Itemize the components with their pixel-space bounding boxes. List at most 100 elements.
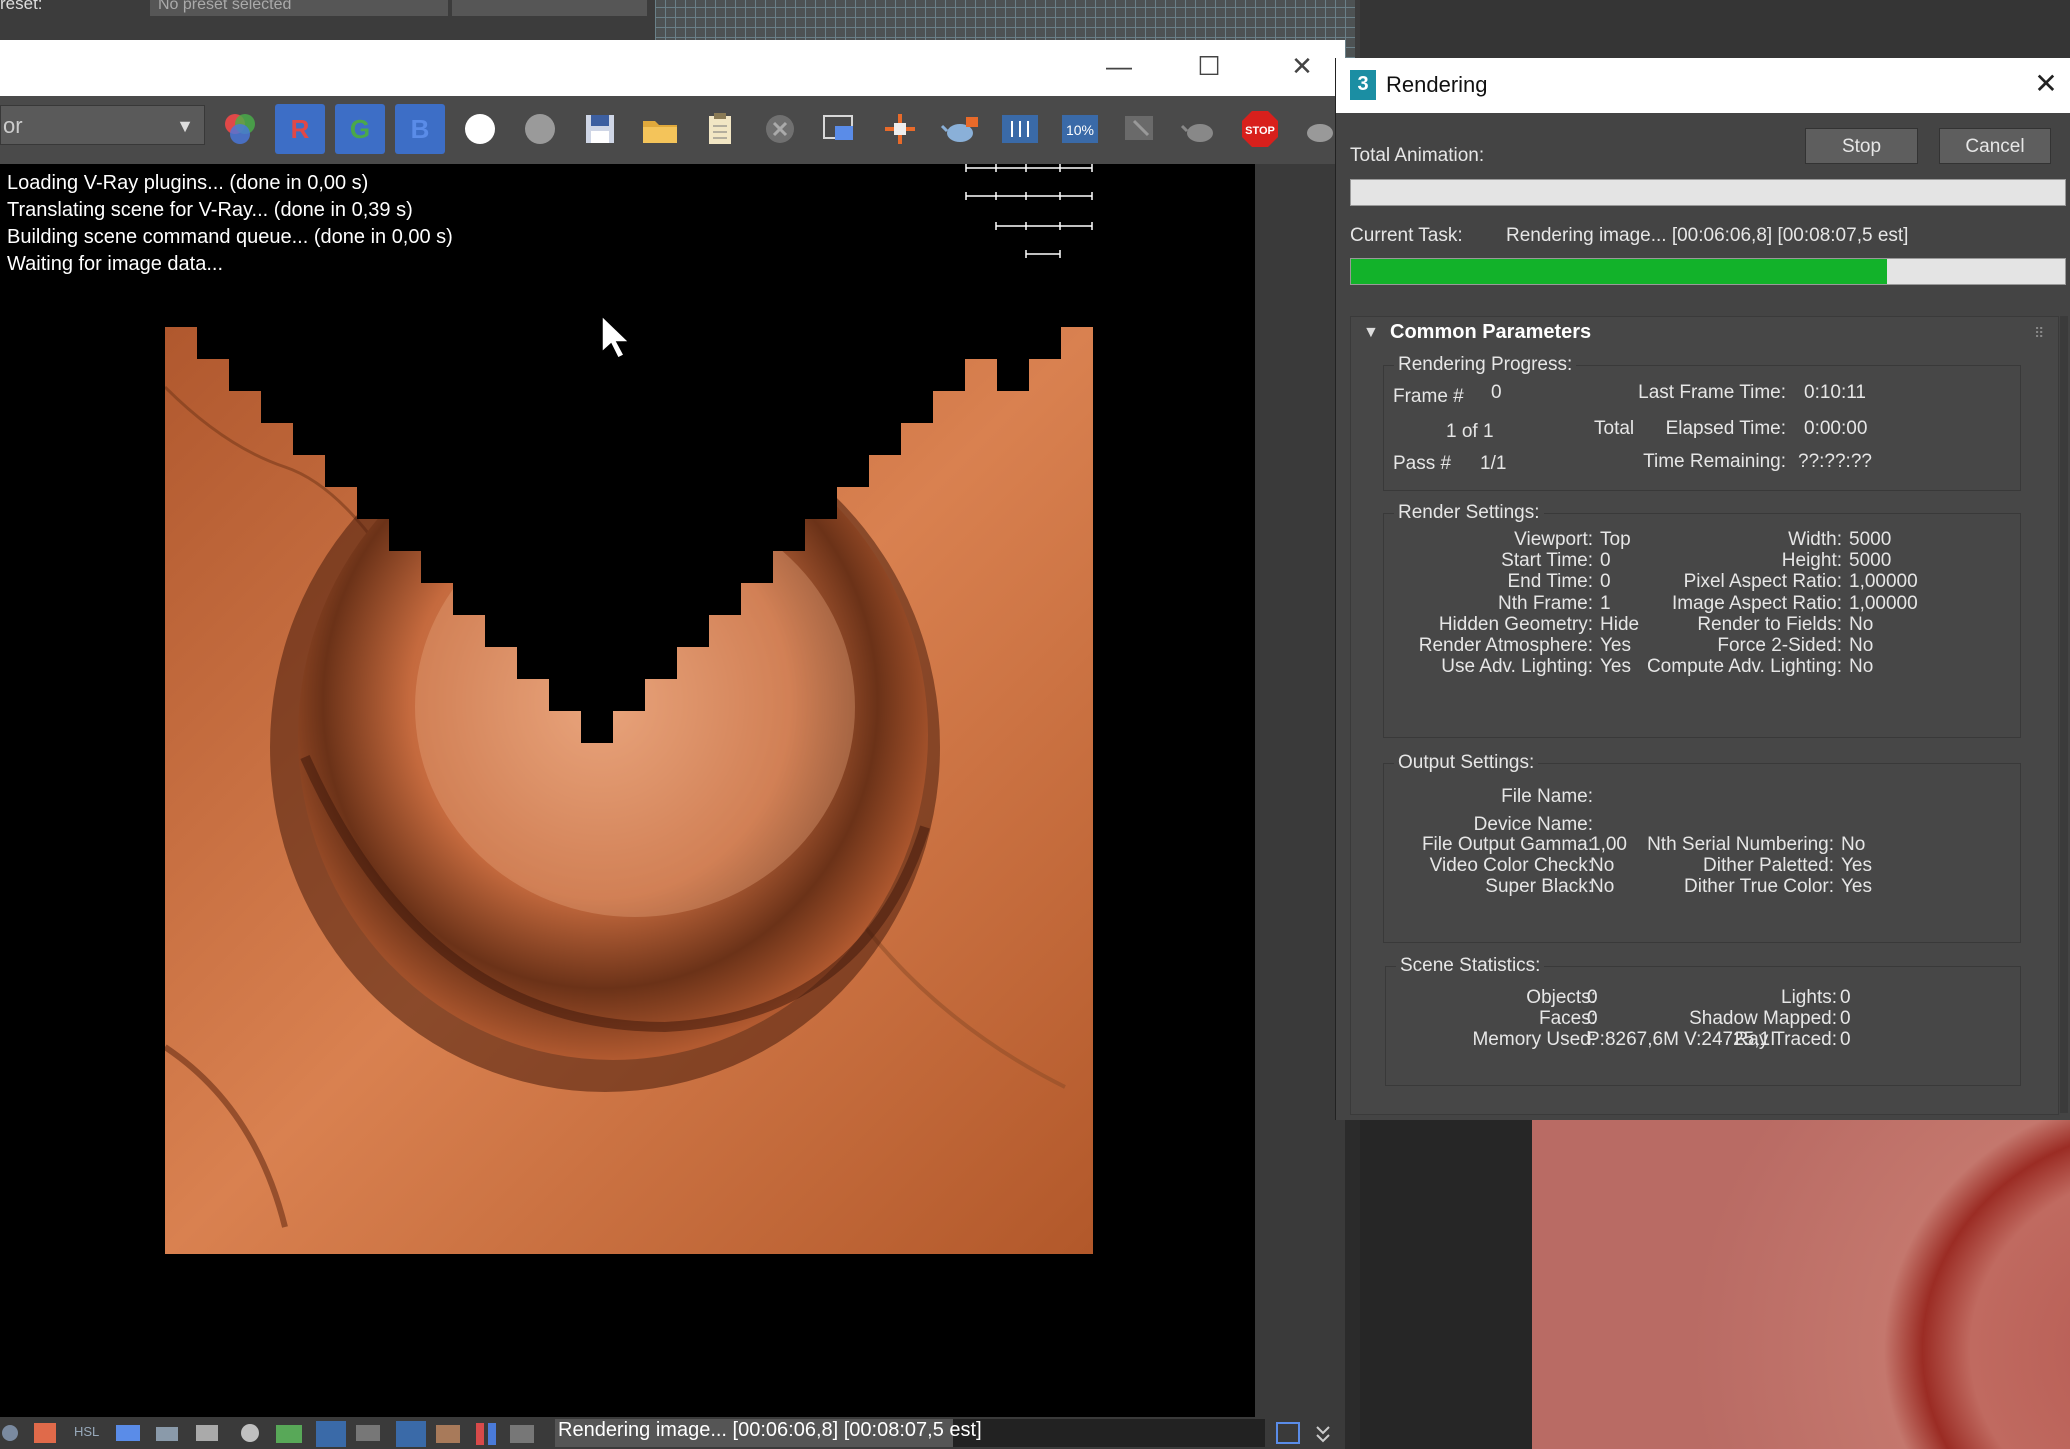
frame-buffer-toolbar: or ▼ R G B 10% STOP — [0, 96, 1345, 164]
current-task-progress — [1350, 258, 2066, 285]
minimize-button[interactable]: — — [1095, 46, 1143, 86]
scene-statistics-group: Scene Statistics: Objects: 0 Faces: 0 Memory… — [1385, 955, 2021, 1086]
cancel-button[interactable]: Cancel — [1939, 128, 2051, 164]
cursor-tool-icon[interactable] — [1115, 104, 1165, 154]
setting-value: Yes — [1841, 876, 1872, 898]
clipboard-icon[interactable] — [695, 104, 745, 154]
pan-icon[interactable] — [875, 104, 925, 154]
white-circle-icon[interactable] — [455, 104, 505, 154]
render-settings-group: Render Settings: Viewport: Top Start Time:… — [1383, 502, 2021, 738]
setting-value: Top — [1600, 529, 1631, 550]
setting-label: Nth Frame: — [1497, 592, 1593, 614]
file-name-label: File Name: — [1501, 786, 1593, 807]
frame-buffer-titlebar: — ☐ ✕ — [0, 40, 1345, 96]
teapot-gray-icon[interactable] — [1175, 104, 1225, 154]
close-icon[interactable]: ✕ — [2026, 64, 2066, 104]
setting-label: Compute Adv. Lighting: — [1646, 656, 1842, 678]
viewport-terrain-preview — [1532, 1120, 2070, 1449]
group-title: Render Settings: — [1394, 502, 1544, 524]
device-name-label: Device Name: — [1473, 814, 1593, 835]
rendering-dialog: 3 Rendering ✕ Total Animation: Stop Canc… — [1335, 58, 2070, 1120]
setting-label: File Output Gamma: — [1421, 834, 1593, 855]
region-render-icon[interactable] — [815, 104, 865, 154]
green-channel-button[interactable]: G — [335, 104, 385, 154]
save-icon[interactable] — [575, 104, 625, 154]
setting-value: Yes — [1600, 635, 1631, 656]
compare-icon[interactable] — [995, 104, 1045, 154]
setting-value: 0 — [1600, 571, 1611, 593]
setting-value: 1 — [1600, 592, 1611, 614]
total-animation-label: Total Animation: — [1350, 145, 1485, 166]
setting-label: Super Black: — [1485, 876, 1593, 898]
setting-value: Hide — [1600, 613, 1640, 635]
zoom-button[interactable]: 10% — [1055, 104, 1105, 154]
open-folder-icon[interactable] — [635, 104, 685, 154]
log-line: Waiting for image data... — [7, 253, 224, 275]
rendering-titlebar: 3 Rendering ✕ — [1336, 58, 2070, 113]
setting-value: No — [1849, 656, 1874, 678]
setting-label: Objects: — [1526, 987, 1596, 1008]
setting-value: No — [1849, 635, 1874, 656]
red-channel-button[interactable]: R — [275, 104, 325, 154]
collapse-triangle-icon[interactable]: ▼ — [1363, 324, 1379, 342]
pass-label: Pass # — [1393, 453, 1452, 474]
blue-channel-button[interactable]: B — [395, 104, 445, 154]
elapsed-value: 0:00:00 — [1804, 418, 1868, 439]
common-parameters-rollout: ▼ Common Parameters ⠿ Rendering Progress… — [1350, 316, 2059, 1115]
clear-icon[interactable] — [755, 104, 805, 154]
setting-label: Memory Used: — [1472, 1029, 1596, 1051]
frame-value: 0 — [1491, 382, 1502, 403]
log-line: Building scene command queue... (done in… — [7, 226, 453, 248]
elapsed-label: Elapsed Time: — [1665, 418, 1786, 439]
setting-value: 0 — [1587, 987, 1598, 1008]
rollout-scrollbar[interactable] — [2060, 316, 2068, 1113]
color-channels-icon[interactable] — [215, 104, 265, 154]
setting-value: 0 — [1840, 1008, 1851, 1030]
total-label: Total — [1594, 418, 1635, 439]
setting-value: 5000 — [1849, 550, 1892, 572]
setting-value: No — [1849, 613, 1874, 635]
svg-text:HSL: HSL — [74, 1424, 99, 1439]
setting-label: Nth Serial Numbering: — [1647, 834, 1834, 855]
rollout-title[interactable]: Common Parameters — [1390, 321, 1591, 344]
gray-circle-icon[interactable] — [515, 104, 565, 154]
setting-label: Shadow Mapped: — [1689, 1008, 1837, 1030]
setting-label: Start Time: — [1501, 550, 1593, 572]
drag-handle-icon[interactable]: ⠿ — [2034, 325, 2044, 342]
frame-label: Frame # — [1393, 386, 1464, 407]
setting-value: 0 — [1840, 1029, 1851, 1051]
setting-value: 0 — [1840, 987, 1851, 1008]
setting-label: Force 2-Sided: — [1717, 635, 1842, 656]
app-logo-icon: 3 — [1350, 70, 1376, 100]
background-field[interactable] — [452, 0, 647, 16]
preset-select[interactable]: No preset selected — [150, 0, 448, 16]
rendered-terrain-image — [165, 327, 1093, 1254]
group-title: Scene Statistics: — [1396, 955, 1545, 977]
channel-select[interactable]: or ▼ — [0, 105, 205, 145]
setting-value: 1,00 — [1590, 834, 1627, 855]
history-icons[interactable]: HSL — [0, 1419, 540, 1447]
statusbar-tools-icon[interactable] — [1275, 1421, 1345, 1445]
setting-label: Image Aspect Ratio: — [1671, 592, 1842, 614]
setting-label: Render Atmosphere: — [1418, 635, 1593, 656]
background-viewport-dark — [1360, 0, 2070, 60]
setting-label: Dither True Color: — [1684, 876, 1834, 898]
bucket-markers — [965, 164, 1093, 258]
stop-render-button[interactable]: STOP — [1235, 104, 1285, 154]
dialog-title: Rendering — [1386, 72, 1488, 97]
render-teapot-icon[interactable] — [935, 104, 985, 154]
setting-value: 1,00000 — [1849, 571, 1918, 593]
output-settings-group: Output Settings: File Name: Device Name:… — [1383, 752, 2021, 943]
stop-label: STOP — [1245, 125, 1275, 137]
setting-label: Video Color Check: — [1429, 855, 1593, 877]
stop-button[interactable]: Stop — [1805, 128, 1918, 164]
setting-label: Pixel Aspect Ratio: — [1683, 571, 1842, 593]
setting-label: Lights: — [1781, 987, 1837, 1008]
setting-value: No — [1590, 876, 1615, 898]
setting-label: Hidden Geometry: — [1438, 613, 1593, 635]
status-text: Rendering image... [00:06:06,8] [00:08:0… — [558, 1419, 982, 1441]
maximize-button[interactable]: ☐ — [1185, 46, 1233, 86]
last-frame-value: 0:10:11 — [1804, 382, 1866, 403]
setting-label: Height: — [1781, 550, 1842, 572]
close-button[interactable]: ✕ — [1278, 46, 1326, 86]
